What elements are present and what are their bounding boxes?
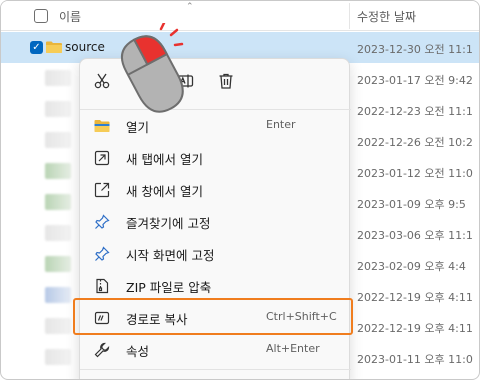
blurred-file-icon: [45, 225, 71, 241]
blurred-file-icon: [45, 287, 71, 303]
menu-item-properties[interactable]: 속성 Alt+Enter: [84, 335, 347, 365]
file-date: 2023-03-06 오후 11:1: [357, 229, 473, 242]
menu-item-label: ZIP 파일로 압축: [126, 280, 212, 295]
row-checkbox[interactable]: ✓: [30, 41, 43, 54]
file-name: source: [65, 40, 105, 54]
file-date: 2023-02-09 오후 4:4: [357, 260, 466, 273]
file-date: 2022-12-19 오후 4:11: [357, 291, 473, 304]
file-date: 2022-12-23 오전 11:1: [357, 105, 473, 118]
select-all-checkbox[interactable]: [34, 9, 48, 23]
file-date: 2023-01-12 오전 11:0: [357, 167, 473, 180]
zip-icon: [96, 278, 109, 294]
file-date: 2022-12-26 오전 10:2: [357, 136, 473, 149]
delete-icon[interactable]: [214, 69, 238, 93]
wrench-icon: [94, 342, 110, 358]
mouse-click-icon: [120, 23, 184, 113]
open-in-new-tab-icon: [94, 150, 110, 166]
menu-item-open-new-window[interactable]: 새 창에서 열기: [84, 175, 347, 205]
name-column-header[interactable]: 이름: [59, 8, 81, 25]
menu-item-label: 새 창에서 열기: [126, 184, 203, 199]
blurred-file-icon: [45, 70, 71, 86]
column-header: 이름 ⌃ 수정한 날짜: [1, 1, 479, 31]
file-date: 2023-01-11 오후 11:0: [357, 353, 473, 366]
column-separator[interactable]: [349, 3, 350, 29]
menu-item-pin-start[interactable]: 시작 화면에 고정: [84, 239, 347, 269]
file-date: 2023-01-17 오전 9:42: [357, 74, 473, 87]
blurred-file-icon: [45, 101, 71, 117]
open-in-new-window-icon: [94, 182, 110, 198]
date-column-header[interactable]: 수정한 날짜: [357, 8, 416, 25]
menu-item-label: 속성: [126, 344, 150, 359]
menu-item-pin-favorites[interactable]: 즐겨찾기에 고정: [84, 207, 347, 237]
blurred-file-icon: [45, 349, 71, 365]
file-explorer-window: 이름 ⌃ 수정한 날짜 ✓ source 2023-12-30 오전 11:1 …: [0, 0, 480, 380]
menu-item-label: 시작 화면에 고정: [126, 248, 215, 263]
sort-up-icon: ⌃: [186, 2, 194, 12]
cut-icon[interactable]: [90, 69, 114, 93]
menu-item-label: 새 탭에서 열기: [126, 152, 203, 167]
menu-item-label: 즐겨찾기에 고정: [126, 216, 211, 231]
menu-item-shortcut: Enter: [266, 118, 296, 131]
menu-item-compress-zip[interactable]: ZIP 파일로 압축: [84, 271, 347, 301]
menu-item-shortcut: Alt+Enter: [266, 342, 320, 355]
blurred-file-icon: [45, 163, 71, 179]
file-date: 2023-01-09 오후 9:5: [357, 198, 466, 211]
menu-item-open-new-tab[interactable]: 새 탭에서 열기: [84, 143, 347, 173]
pin-icon: [95, 246, 110, 261]
file-date: 2022-12-19 오후 4:11: [357, 322, 473, 335]
blurred-file-icon: [45, 132, 71, 148]
blurred-file-icon: [45, 318, 71, 334]
file-date: 2023-12-30 오전 11:1: [357, 43, 473, 56]
folder-icon: [94, 120, 110, 132]
blurred-file-icon: [45, 256, 71, 272]
highlight-box: [73, 298, 353, 335]
menu-divider: [80, 369, 351, 370]
folder-icon: [46, 41, 62, 53]
menu-item-label: 열기: [126, 120, 150, 135]
pin-icon: [95, 214, 110, 229]
blurred-file-icon: [45, 194, 71, 210]
